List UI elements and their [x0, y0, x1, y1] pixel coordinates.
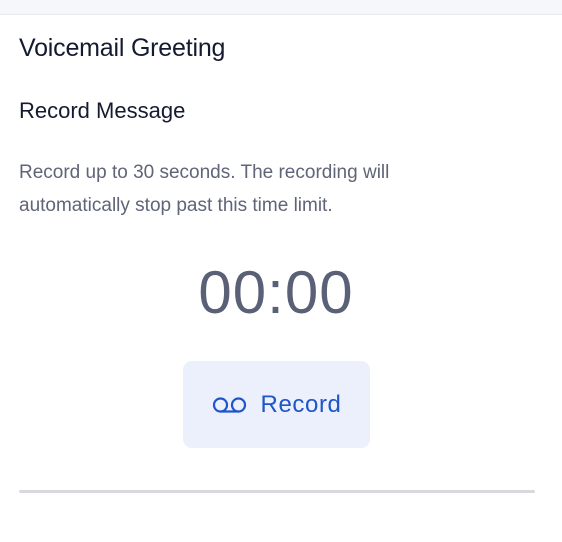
recording-description: Record up to 30 seconds. The recording w…	[19, 162, 390, 216]
voicemail-greeting-panel: Voicemail Greeting Record Message Record…	[0, 15, 562, 542]
record-button[interactable]: Record	[183, 361, 370, 448]
divider	[19, 490, 535, 493]
top-bar	[0, 0, 562, 15]
section-title: Record Message	[19, 98, 186, 123]
voicemail-icon	[212, 396, 247, 414]
recording-timer: 00:00	[198, 259, 354, 326]
page-title: Voicemail Greeting	[19, 34, 226, 62]
record-button-label: Record	[260, 390, 342, 418]
